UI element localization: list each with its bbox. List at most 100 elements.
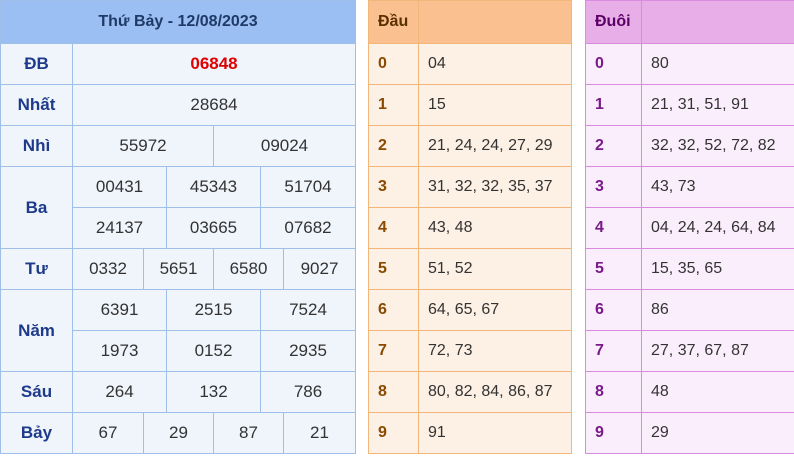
- head-digit: 2: [368, 125, 419, 167]
- head-digit: 8: [368, 371, 419, 413]
- seventh-prize-number: 67: [72, 412, 144, 454]
- lottery-results-table: Thứ Bảy - 12/08/2023 ĐB 06848 Nhất 28684…: [0, 0, 356, 454]
- third-prize-number: 03665: [166, 207, 261, 249]
- head-row: 2 21, 24, 24, 27, 29: [368, 125, 572, 167]
- prize-row-bay: Bảy 67 29 87 21: [0, 412, 356, 454]
- tail-row: 2 32, 32, 52, 72, 82: [585, 125, 794, 167]
- head-row: 1 15: [368, 84, 572, 126]
- head-digit: 3: [368, 166, 419, 208]
- tail-digit: 8: [585, 371, 642, 413]
- tail-row: 6 86: [585, 289, 794, 331]
- third-prize-number: 45343: [166, 166, 261, 208]
- fifth-prize-number: 7524: [260, 289, 356, 331]
- head-values: 43, 48: [418, 207, 572, 249]
- results-title: Thứ Bảy - 12/08/2023: [0, 0, 356, 44]
- head-digit: 4: [368, 207, 419, 249]
- first-prize-number: 28684: [72, 84, 356, 126]
- tail-values: 80: [641, 43, 794, 85]
- fourth-prize-number: 6580: [213, 248, 284, 290]
- prize-label-sau: Sáu: [0, 371, 73, 413]
- prize-row-db: ĐB 06848: [0, 43, 356, 85]
- tail-values: 21, 31, 51, 91: [641, 84, 794, 126]
- fifth-prize-number: 2515: [166, 289, 261, 331]
- head-digit: 0: [368, 43, 419, 85]
- head-row: 0 04: [368, 43, 572, 85]
- second-prize-number: 55972: [72, 125, 214, 167]
- head-digit-table: Đầu 0 04 1 15 2 21, 24, 24, 27, 29 3 31, 32,…: [368, 0, 572, 454]
- tail-digit: 5: [585, 248, 642, 290]
- prize-row-ba: Ba 00431 45343 51704: [0, 166, 356, 249]
- head-digit: 5: [368, 248, 419, 290]
- head-row: 8 80, 82, 84, 86, 87: [368, 371, 572, 413]
- fifth-prize-number: 0152: [166, 330, 261, 372]
- head-values: 15: [418, 84, 572, 126]
- tail-values: 43, 73: [641, 166, 794, 208]
- fourth-prize-number: 5651: [143, 248, 214, 290]
- sixth-prize-number: 132: [166, 371, 261, 413]
- head-values: 64, 65, 67: [418, 289, 572, 331]
- seventh-prize-number: 87: [213, 412, 284, 454]
- special-prize-number: 06848: [72, 43, 356, 85]
- tail-row: 9 29: [585, 412, 794, 454]
- tail-digit: 1: [585, 84, 642, 126]
- head-values: 04: [418, 43, 572, 85]
- head-digit: 6: [368, 289, 419, 331]
- tail-digit-table: Đuôi 0 80 1 21, 31, 51, 91 2 32, 32, 52, 72…: [585, 0, 794, 454]
- prize-label-nhat: Nhất: [0, 84, 73, 126]
- tail-values: 86: [641, 289, 794, 331]
- tail-row: 0 80: [585, 43, 794, 85]
- tail-row: 5 15, 35, 65: [585, 248, 794, 290]
- fifth-prize-number: 2935: [260, 330, 356, 372]
- prize-row-tu: Tư 0332 5651 6580 9027: [0, 248, 356, 290]
- third-prize-number: 24137: [72, 207, 167, 249]
- prize-row-sau: Sáu 264 132 786: [0, 371, 356, 413]
- tail-values-title: [641, 0, 794, 44]
- head-digit: 9: [368, 412, 419, 454]
- tail-row: 8 48: [585, 371, 794, 413]
- tail-values: 29: [641, 412, 794, 454]
- head-digit: 1: [368, 84, 419, 126]
- tail-row: 4 04, 24, 24, 64, 84: [585, 207, 794, 249]
- fourth-prize-number: 9027: [283, 248, 356, 290]
- head-values-title: [418, 0, 572, 44]
- prize-label-nam: Năm: [0, 289, 73, 372]
- prize-label-tu: Tư: [0, 248, 73, 290]
- head-row: 4 43, 48: [368, 207, 572, 249]
- tail-digit: 6: [585, 289, 642, 331]
- prize-label-db: ĐB: [0, 43, 73, 85]
- prize-label-ba: Ba: [0, 166, 73, 249]
- tail-values: 15, 35, 65: [641, 248, 794, 290]
- head-values: 91: [418, 412, 572, 454]
- tail-row: 3 43, 73: [585, 166, 794, 208]
- sixth-prize-number: 786: [260, 371, 356, 413]
- prize-row-nhi: Nhì 55972 09024: [0, 125, 356, 167]
- head-row: 9 91: [368, 412, 572, 454]
- head-values: 80, 82, 84, 86, 87: [418, 371, 572, 413]
- tail-digit: 4: [585, 207, 642, 249]
- tail-values: 32, 32, 52, 72, 82: [641, 125, 794, 167]
- tail-digit: 0: [585, 43, 642, 85]
- head-row: 6 64, 65, 67: [368, 289, 572, 331]
- head-row: 3 31, 32, 32, 35, 37: [368, 166, 572, 208]
- prize-row-nam: Năm 6391 2515 7524: [0, 289, 356, 372]
- fourth-prize-number: 0332: [72, 248, 144, 290]
- sixth-prize-number: 264: [72, 371, 167, 413]
- tail-digit: 3: [585, 166, 642, 208]
- second-prize-number: 09024: [213, 125, 356, 167]
- tail-digit: 9: [585, 412, 642, 454]
- head-row: 5 51, 52: [368, 248, 572, 290]
- head-column-title: Đầu: [368, 0, 419, 44]
- seventh-prize-number: 21: [283, 412, 356, 454]
- prize-label-nhi: Nhì: [0, 125, 73, 167]
- tail-column-title: Đuôi: [585, 0, 642, 44]
- tail-row: 1 21, 31, 51, 91: [585, 84, 794, 126]
- head-values: 72, 73: [418, 330, 572, 372]
- tail-digit: 2: [585, 125, 642, 167]
- seventh-prize-number: 29: [143, 412, 214, 454]
- third-prize-number: 07682: [260, 207, 356, 249]
- tail-digit: 7: [585, 330, 642, 372]
- prize-label-bay: Bảy: [0, 412, 73, 454]
- fifth-prize-number: 1973: [72, 330, 167, 372]
- tail-values: 48: [641, 371, 794, 413]
- head-values: 51, 52: [418, 248, 572, 290]
